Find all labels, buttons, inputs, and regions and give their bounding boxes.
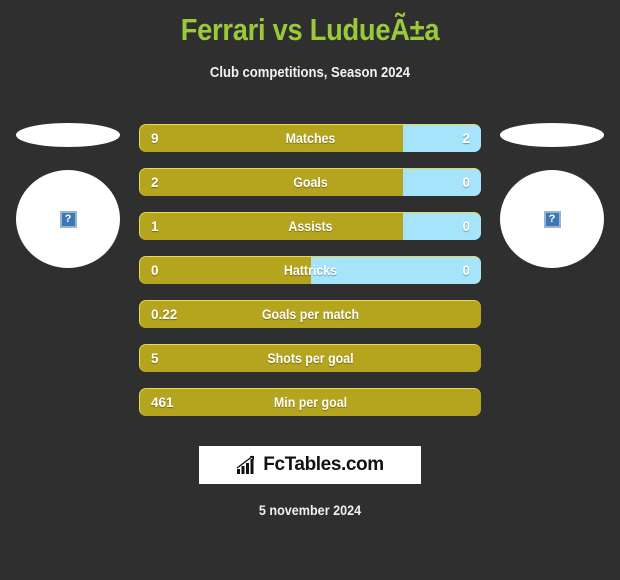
away-stat-value: 2 [462, 131, 470, 146]
home-player-photo: ? [16, 170, 120, 268]
stat-label: Matches [285, 131, 336, 146]
stat-bar-row: 5 Shots per goal [139, 344, 481, 372]
home-player-photo-top [16, 123, 120, 147]
broken-image-glyph: ? [548, 212, 556, 225]
stat-label: Assists [288, 219, 333, 234]
broken-image-icon: ? [59, 210, 77, 228]
logo-text: FcTables.com [263, 454, 384, 475]
stat-bar-row: 2 Goals 0 [139, 168, 481, 196]
page-title: Ferrari vs LudueÃ±a [180, 12, 440, 47]
stat-bar-list: 9 Matches 2 2 Goals 0 1 Assists 0 0 Hattricks 0 0.22… [139, 124, 481, 432]
footer-date: 5 november 2024 [258, 502, 362, 518]
chart-header: Ferrari vs LudueÃ±a Club competitions, S… [0, 0, 620, 83]
away-stat-value: 0 [462, 219, 470, 234]
stat-label: Hattricks [283, 263, 338, 278]
broken-image-glyph: ? [64, 212, 72, 225]
stat-bar-row: 461 Min per goal [139, 388, 481, 416]
away-stat-value: 0 [462, 263, 470, 278]
chart-subtitle: Club competitions, Season 2024 [209, 65, 411, 81]
away-stat-value: 0 [462, 175, 470, 190]
stat-bar-row: 0 Hattricks 0 [139, 256, 481, 284]
fctables-logo[interactable]: FcTables.com [199, 446, 421, 484]
stat-bar-row: 0.22 Goals per match [139, 300, 481, 328]
stat-label: Min per goal [273, 395, 348, 410]
stat-label: Goals [293, 175, 328, 190]
away-player-photo: ? [500, 170, 604, 268]
broken-image-icon: ? [543, 210, 561, 228]
stat-label: Goals per match [261, 307, 360, 322]
stat-label: Shots per goal [267, 351, 354, 366]
bar-chart-icon [236, 455, 255, 474]
stat-bar-row: 1 Assists 0 [139, 212, 481, 240]
away-player-photo-top [500, 123, 604, 147]
stat-bar-row: 9 Matches 2 [139, 124, 481, 152]
